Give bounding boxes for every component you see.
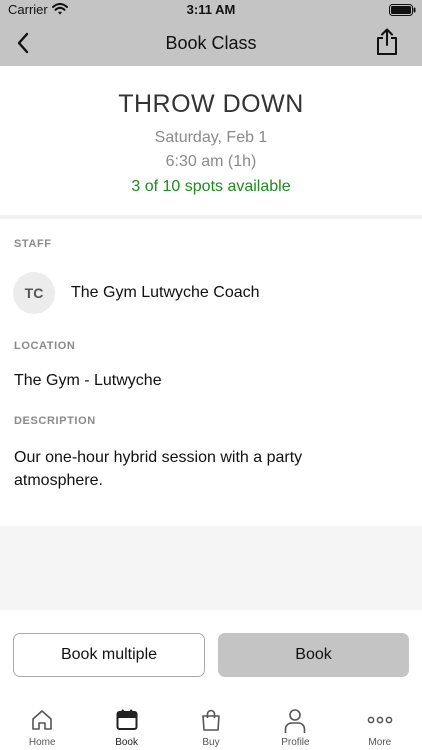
location-section-label: LOCATION <box>14 340 76 352</box>
tab-more-label: More <box>368 737 392 748</box>
tab-home-label: Home <box>28 737 56 748</box>
share-button[interactable] <box>372 26 402 58</box>
chevron-left-icon <box>17 32 29 54</box>
book-button[interactable]: Book <box>218 633 409 677</box>
class-header: THROW DOWN Saturday, Feb 1 6:30 am (1h) … <box>0 66 422 216</box>
section-divider <box>0 215 422 219</box>
person-icon <box>285 709 306 733</box>
home-icon <box>32 710 53 730</box>
tab-profile[interactable]: Profile <box>253 700 337 750</box>
description-section-label: DESCRIPTION <box>14 415 96 427</box>
staff-avatar: TC <box>13 272 55 314</box>
tab-book[interactable]: Book <box>84 700 168 750</box>
battery-icon <box>389 4 416 16</box>
tab-buy[interactable]: Buy <box>169 700 253 750</box>
content-spacer <box>0 526 422 610</box>
staff-section-label: STAFF <box>14 238 52 250</box>
book-multiple-button[interactable]: Book multiple <box>13 633 205 677</box>
class-title: THROW DOWN <box>118 90 304 118</box>
tab-home[interactable]: Home <box>0 700 84 750</box>
tab-book-label: Book <box>115 737 138 748</box>
class-date: Saturday, Feb 1 <box>154 129 268 146</box>
more-dots-icon <box>367 716 393 724</box>
navigation-bar: Book Class <box>0 20 422 66</box>
calendar-icon <box>116 709 138 730</box>
shopping-bag-icon <box>202 709 220 731</box>
tab-profile-label: Profile <box>281 737 310 748</box>
tab-buy-label: Buy <box>202 737 220 748</box>
staff-name: The Gym Lutwyche Coach <box>71 284 260 301</box>
spots-available: 3 of 10 spots available <box>131 178 291 195</box>
status-bar: Carrier 3:11 AM <box>0 0 422 20</box>
status-time: 3:11 AM <box>186 2 236 17</box>
tab-bar: Home Book Buy Profile More <box>0 700 422 750</box>
description-text: Our one-hour hybrid session with a party… <box>14 449 303 489</box>
share-icon <box>377 28 397 55</box>
page-title: Book Class <box>165 33 257 53</box>
tab-more[interactable]: More <box>338 700 422 750</box>
location-value: The Gym - Lutwyche <box>14 372 162 389</box>
class-time: 6:30 am (1h) <box>165 153 257 170</box>
back-button[interactable] <box>8 28 38 58</box>
